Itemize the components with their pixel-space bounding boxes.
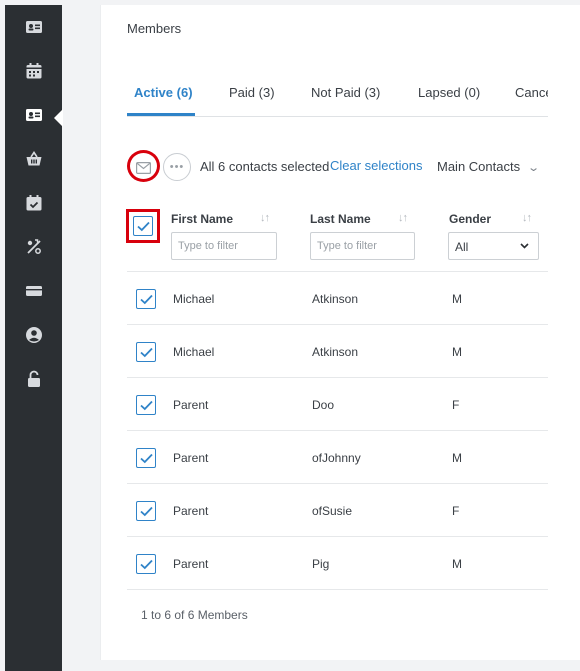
row-checkbox[interactable] — [136, 395, 156, 415]
gender-cell: M — [452, 451, 462, 465]
gender-filter-select[interactable]: All — [448, 232, 539, 260]
nav-item-tickets[interactable] — [5, 269, 62, 313]
first-name-cell: Michael — [173, 345, 215, 359]
gender-cell: F — [452, 504, 460, 518]
ticket-icon — [25, 286, 42, 296]
table-row[interactable]: Parent ofSusie F — [127, 484, 548, 537]
chevron-down-icon: ⌄ — [527, 162, 541, 174]
sort-icon[interactable]: ↓↑ — [522, 212, 532, 224]
checkmark-icon — [139, 347, 153, 357]
checkmark-icon — [136, 221, 150, 231]
last-name-filter-input[interactable]: Type to filter — [310, 232, 415, 260]
checkmark-icon — [139, 400, 153, 410]
first-name-cell: Parent — [173, 451, 209, 465]
gender-filter-value: All — [455, 240, 469, 254]
first-name-cell: Michael — [173, 292, 215, 306]
select-all-highlight — [126, 209, 160, 243]
last-name-cell: ofJohnny — [312, 451, 361, 465]
nav-item-shop[interactable] — [5, 137, 62, 181]
tab-paid[interactable]: Paid (3) — [229, 85, 275, 100]
chevron-down-icon — [520, 243, 529, 249]
last-name-cell: Pig — [312, 557, 330, 571]
sidebar — [5, 5, 63, 671]
clear-selections-link[interactable]: Clear selections — [330, 158, 423, 173]
first-name-cell: Parent — [173, 398, 209, 412]
checkmark-icon — [139, 559, 153, 569]
gender-cell: M — [452, 292, 462, 306]
row-checkbox[interactable] — [136, 289, 156, 309]
unlock-icon — [27, 370, 40, 387]
table-row[interactable]: Michael Atkinson M — [127, 325, 548, 378]
nav-item-contacts[interactable] — [5, 5, 62, 49]
checkmark-icon — [139, 453, 153, 463]
table-row[interactable]: Parent Doo F — [127, 378, 548, 431]
gender-cell: M — [452, 557, 462, 571]
last-name-cell: Atkinson — [312, 345, 359, 359]
contacts-view-select[interactable]: Main Contacts ⌄ — [437, 159, 541, 174]
gender-cell: F — [452, 398, 460, 412]
contact-card-icon — [25, 21, 42, 33]
selection-status: All 6 contacts selected — [200, 159, 330, 174]
nav-item-calendar[interactable] — [5, 49, 62, 93]
table-row[interactable]: Michael Atkinson M — [127, 272, 548, 325]
basket-icon — [26, 151, 41, 166]
nav-item-discounts[interactable] — [5, 225, 62, 269]
members-card-icon — [25, 109, 42, 121]
active-nav-indicator — [54, 109, 63, 127]
envelope-icon[interactable] — [136, 162, 151, 174]
row-checkbox[interactable] — [136, 501, 156, 521]
first-name-cell: Parent — [173, 504, 209, 518]
nav-item-account[interactable] — [5, 313, 62, 357]
percent-tag-icon — [26, 239, 41, 254]
column-header-first-name[interactable]: First Name — [171, 212, 233, 226]
first-name-cell: Parent — [173, 557, 209, 571]
row-checkbox[interactable] — [136, 554, 156, 574]
last-name-cell: Atkinson — [312, 292, 359, 306]
bulk-action-toolbar: ••• All 6 contacts selected Clear select… — [127, 150, 548, 182]
sort-icon[interactable]: ↓↑ — [398, 212, 408, 224]
last-name-cell: Doo — [312, 398, 335, 412]
tab-lapsed[interactable]: Lapsed (0) — [418, 85, 480, 100]
nav-item-logout[interactable] — [5, 357, 62, 401]
checkmark-icon — [139, 506, 153, 516]
column-header-gender[interactable]: Gender — [449, 212, 491, 226]
gender-cell: M — [452, 345, 462, 359]
tab-cancelled[interactable]: Cancelled — [515, 85, 548, 100]
calendar-icon — [26, 63, 41, 79]
active-tab-underline — [127, 113, 195, 116]
contacts-view-label: Main Contacts — [437, 159, 521, 174]
column-header-last-name[interactable]: Last Name — [310, 212, 371, 226]
last-name-cell: ofSusie — [312, 504, 353, 518]
table-row[interactable]: Parent ofJohnny M — [127, 431, 548, 484]
sort-icon[interactable]: ↓↑ — [260, 212, 270, 224]
calendar-check-icon — [26, 195, 41, 211]
main-panel: Members Active (6) Paid (3) Not Paid (3)… — [100, 5, 580, 660]
first-name-filter-input[interactable]: Type to filter — [171, 232, 277, 260]
user-circle-icon — [25, 327, 42, 343]
page-title: Members — [127, 21, 182, 36]
checkmark-icon — [139, 294, 153, 304]
table-row[interactable]: Parent Pig M — [127, 537, 548, 590]
more-options-button[interactable]: ••• — [163, 153, 191, 181]
row-checkbox[interactable] — [136, 448, 156, 468]
row-checkbox[interactable] — [136, 342, 156, 362]
tab-bar: Active (6) Paid (3) Not Paid (3) Lapsed … — [127, 73, 548, 117]
tab-active[interactable]: Active (6) — [134, 85, 193, 100]
pagination-summary: 1 to 6 of 6 Members — [141, 608, 248, 622]
tab-not-paid[interactable]: Not Paid (3) — [311, 85, 380, 100]
select-all-checkbox[interactable] — [133, 216, 153, 236]
nav-item-attendance[interactable] — [5, 181, 62, 225]
